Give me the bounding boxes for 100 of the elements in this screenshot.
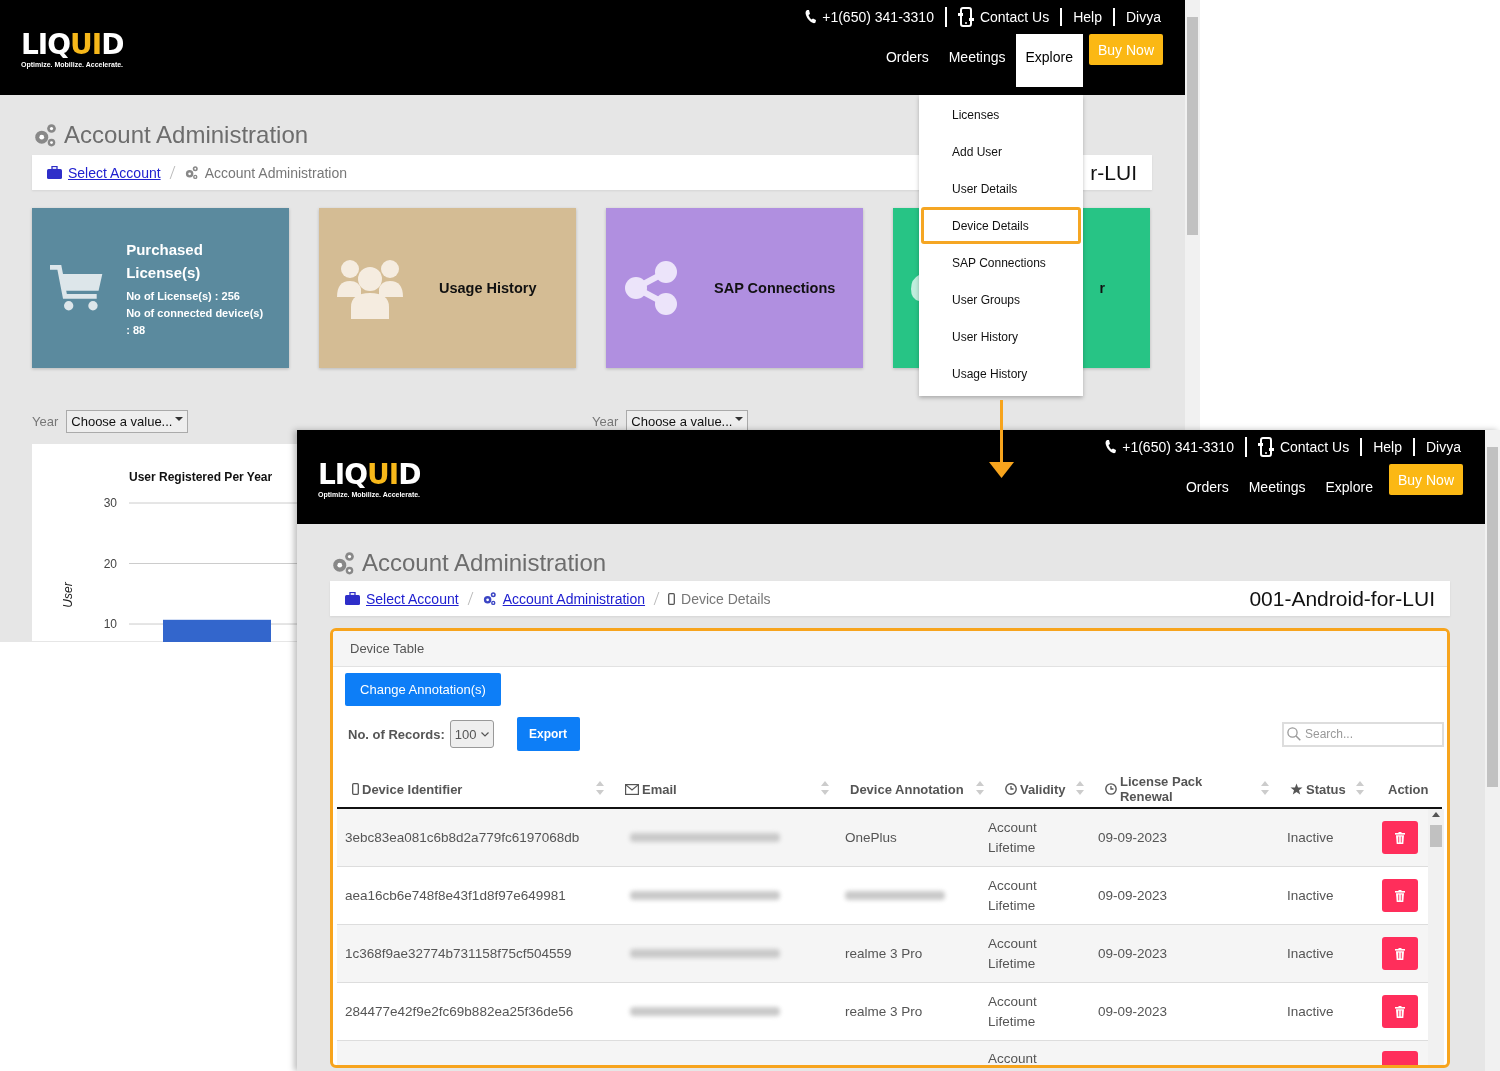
chart-title: User Registered Per Year xyxy=(129,470,273,484)
delete-button[interactable] xyxy=(1382,879,1418,912)
account-name: r-LUI xyxy=(1090,160,1137,185)
sort-icon[interactable] xyxy=(1356,780,1364,795)
axis-tick-label: 20 xyxy=(103,556,117,571)
sort-icon[interactable] xyxy=(1076,780,1084,795)
clock-icon xyxy=(1105,783,1117,795)
status-cell-text: Inactive xyxy=(1286,888,1335,903)
users-group-icon xyxy=(337,257,403,319)
logo-text[interactable]: LIQUID xyxy=(318,460,421,490)
axis-label: User xyxy=(61,582,75,608)
column-header[interactable]: Email xyxy=(642,781,677,797)
menu-item[interactable]: SAP Connections xyxy=(921,244,1081,281)
gears-icon xyxy=(481,591,497,606)
nav-tab[interactable]: Explore xyxy=(1015,34,1083,87)
menu-item[interactable]: Add User xyxy=(921,133,1081,170)
menu-item[interactable]: User Details xyxy=(921,170,1081,207)
column-header[interactable]: Device Annotation xyxy=(850,781,964,797)
validity-cell-text: Account xyxy=(988,1051,1038,1065)
search-icon xyxy=(1287,726,1301,741)
breadcrumb-link[interactable]: Account Administration xyxy=(502,590,646,607)
top-link[interactable]: Help xyxy=(1373,438,1402,456)
axis-tick-label: 10 xyxy=(103,617,117,632)
logo-text[interactable]: LIQUID xyxy=(21,30,124,60)
year-dropdown[interactable]: Choose a value... xyxy=(626,409,749,433)
briefcase-icon xyxy=(47,166,62,179)
nav-tab[interactable]: Orders xyxy=(875,34,939,87)
annotation-cell: OnePlus xyxy=(845,830,897,845)
card-stat: No of connected device(s) : 88 xyxy=(126,305,265,338)
card-title: Purchased License(s) xyxy=(126,239,204,283)
menu-item[interactable]: Usage History xyxy=(921,355,1081,392)
card-title: r xyxy=(1099,280,1105,296)
device-id-cell-text: 3ebc83ea081c6b8d2a779fc6197068db xyxy=(344,830,581,845)
renewal-date-cell-text: 09-09-2023 xyxy=(1097,888,1169,903)
nav-tab[interactable]: Explore xyxy=(1315,464,1383,517)
sort-icon[interactable] xyxy=(821,780,829,795)
annotation-cell: realme 3 Pro xyxy=(845,946,923,961)
phone-icon xyxy=(805,10,817,24)
column-header[interactable]: License Pack Renewal xyxy=(1119,774,1258,804)
validity-cell-text: Account Lifetime xyxy=(988,992,1038,1031)
briefcase-icon xyxy=(345,592,360,605)
nav-tab[interactable]: Meetings xyxy=(938,34,1016,87)
dashboard-card[interactable]: Usage History xyxy=(319,208,576,368)
year-dropdown[interactable]: Choose a value... xyxy=(66,409,189,433)
device-id-cell-text: 284477e42f9e2fc69b882ea25f36de56 xyxy=(344,1004,575,1019)
partial-icon xyxy=(911,275,919,301)
breadcrumb-link[interactable]: Select Account xyxy=(68,164,161,181)
column-header[interactable]: Device Identifier xyxy=(362,781,463,797)
phone-icon xyxy=(1105,440,1117,454)
annotation-cell: realme 3 Pro xyxy=(845,1004,923,1019)
sort-icon[interactable] xyxy=(596,780,604,795)
menu-item[interactable]: Licenses xyxy=(921,96,1081,133)
top-link[interactable]: Help xyxy=(1073,8,1102,26)
trash-icon xyxy=(1395,947,1405,960)
top-link[interactable]: Divya xyxy=(1426,438,1461,456)
sort-icon[interactable] xyxy=(976,780,984,795)
star-icon xyxy=(1290,783,1303,795)
nav-tab[interactable]: Meetings xyxy=(1238,464,1316,517)
scrollbar[interactable] xyxy=(1485,430,1500,1071)
records-dropdown[interactable]: 100 xyxy=(449,720,494,748)
delete-button[interactable] xyxy=(1382,995,1418,1028)
renewal-date-cell-text: 09-09-2023 xyxy=(1097,830,1169,845)
table-scrollbar[interactable] xyxy=(1428,809,1444,1065)
sort-icon[interactable] xyxy=(1261,780,1269,795)
card-stat: No of License(s) : 256 xyxy=(126,288,241,304)
breadcrumb-link[interactable]: Select Account xyxy=(366,590,459,607)
records-label: No. of Records: xyxy=(348,726,445,742)
status-cell-text: Inactive xyxy=(1286,830,1335,845)
phone-number[interactable]: +1(650) 341-3310 xyxy=(1122,438,1234,456)
delete-button[interactable] xyxy=(1382,821,1418,854)
top-link[interactable]: Divya xyxy=(1126,8,1161,26)
delete-button[interactable] xyxy=(1382,937,1418,970)
column-header[interactable]: Action xyxy=(1388,781,1429,797)
phone-number[interactable]: +1(650) 341-3310 xyxy=(822,8,934,26)
top-link[interactable]: Contact Us xyxy=(1279,438,1350,456)
nav-tab[interactable]: Orders xyxy=(1175,464,1239,517)
chevron-icon xyxy=(480,731,489,737)
year-label: Year xyxy=(592,413,619,429)
renewal-date-cell-text: 09-09-2023 xyxy=(1097,946,1169,961)
validity-cell-text: Account Lifetime xyxy=(988,818,1038,857)
menu-item[interactable]: Device Details xyxy=(921,207,1081,244)
dashboard-card[interactable]: SAP Connections xyxy=(606,208,863,368)
mobile-phone-icon xyxy=(1257,437,1274,457)
page-title: Account Administration xyxy=(362,549,607,577)
page-title: Account Administration xyxy=(64,121,309,149)
search-field[interactable]: Search... xyxy=(1282,721,1444,747)
shopping-cart-icon xyxy=(50,263,105,313)
trash-icon xyxy=(1395,1005,1405,1018)
top-link[interactable]: Contact Us xyxy=(979,8,1050,26)
device-id-cell-text: aea16cb6e748f8e43f1d8f97e649981 xyxy=(344,888,567,903)
menu-item[interactable]: User Groups xyxy=(921,281,1081,318)
scrollbar[interactable] xyxy=(1185,0,1200,430)
trash-icon xyxy=(1395,889,1405,902)
export-button[interactable]: Export xyxy=(516,717,580,751)
column-header[interactable]: Status xyxy=(1306,781,1346,797)
menu-item[interactable]: User History xyxy=(921,318,1081,355)
change-annotation-button[interactable]: Change Annotation(s) xyxy=(345,673,501,706)
dashboard-card[interactable]: Purchased License(s) No of License(s) : 256 No of connected device(s) : 88 xyxy=(32,208,289,368)
status-cell-text: Inactive xyxy=(1286,1004,1335,1019)
column-header[interactable]: Validity xyxy=(1020,781,1066,797)
